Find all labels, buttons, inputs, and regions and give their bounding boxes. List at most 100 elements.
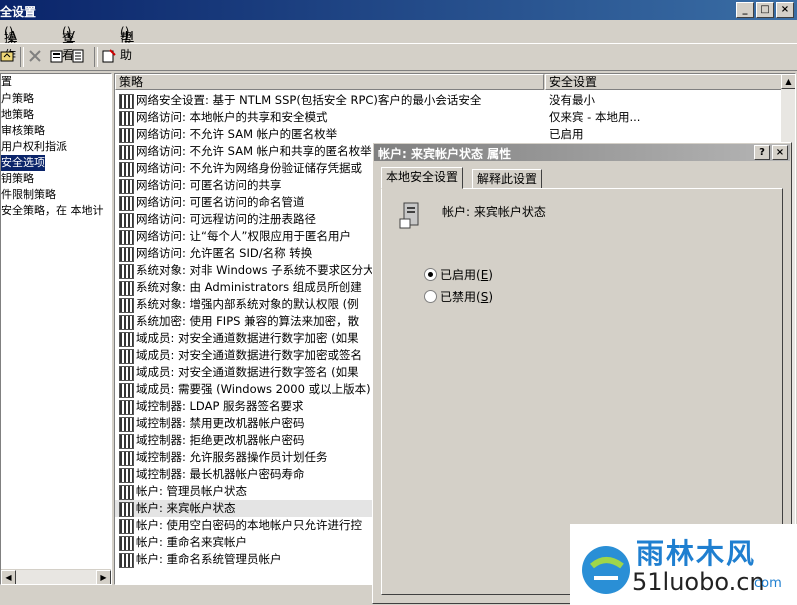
policy-cell: 帐户: 重命名来宾帐户 [136,535,248,549]
policy-cell: 帐户: 管理员帐户状态 [136,484,248,498]
scroll-up-icon[interactable]: ▲ [781,74,795,89]
policy-icon [119,400,134,415]
tree-item[interactable]: 件限制策略 [1,187,56,203]
policy-cell: 网络访问: 可匿名访问的共享 [136,178,282,192]
tab-explain-setting[interactable]: 解释此设置 [472,169,543,189]
tree-pane[interactable]: 置 户策略 地策略 审核策略 用户权利指派 安全选项 钥策略 件限制策略 安全策… [0,73,112,585]
dialog-title: 帐户: 来宾帐户状态 属性 [378,147,512,161]
disabled-label[interactable]: 已禁用(S) [440,288,493,305]
toolbar [0,43,797,71]
delete-icon[interactable] [27,48,43,64]
tree-item-selected[interactable]: 安全选项 [1,155,45,171]
policy-cell: 域成员: 对安全通道数据进行数字加密 (如果 [136,331,359,345]
policy-icon [119,281,134,296]
policy-name: 帐户: 来宾帐户状态 [442,205,546,219]
policy-cell: 帐户: 来宾帐户状态 [136,501,236,515]
enabled-radio[interactable] [424,268,437,281]
help-icon[interactable] [101,48,117,64]
policy-cell: 域成员: 需要强 (Windows 2000 或以上版本) [136,382,371,396]
setting-cell: 已启用 [549,127,584,141]
tree-item[interactable]: 户策略 [1,91,34,107]
policy-cell: 网络访问: 让“每个人”权限应用于匿名用户 [136,229,351,243]
setting-cell: 仅来宾 - 本地用... [549,110,641,124]
maximize-button[interactable]: □ [756,2,774,18]
dialog-close-button[interactable]: × [772,145,788,160]
policy-icon [119,230,134,245]
properties-icon[interactable] [49,48,65,64]
menu-action[interactable]: 操作(A) [4,25,17,62]
policy-cell: 域控制器: 禁用更改机器帐户密码 [136,416,305,430]
policy-icon [119,502,134,517]
export-list-icon[interactable] [71,48,87,64]
scroll-left-icon[interactable]: ◀ [1,570,16,584]
policy-icon [119,145,134,160]
dialog-titlebar[interactable]: 帐户: 来宾帐户状态 属性 ? × [374,144,790,161]
policy-cell: 网络访问: 不允许 SAM 帐户的匿名枚举 [136,127,338,141]
policy-icon [119,366,134,381]
enabled-label[interactable]: 已启用(E) [440,266,493,283]
menu-bar: 操作(A) 查看(V) 帮助(H) [0,21,797,62]
window-titlebar[interactable]: 全设置 _ □ × [0,0,797,20]
policy-icon [119,553,134,568]
tree-item[interactable]: 钥策略 [1,171,34,187]
policy-cell: 网络访问: 可远程访问的注册表路径 [136,212,317,226]
tree-item[interactable]: 用户权利指派 [1,139,67,155]
policy-icon [119,298,134,313]
list-header: 策略 安全设置 [115,74,795,90]
policy-icon [119,179,134,194]
policy-cell: 网络访问: 允许匿名 SID/名称 转换 [136,246,313,260]
policy-icon [119,94,134,109]
tree-item[interactable]: 地策略 [1,107,34,123]
policy-icon [119,485,134,500]
policy-icon [119,213,134,228]
window-title: 全设置 [0,5,37,19]
policy-cell: 域控制器: LDAP 服务器签名要求 [136,399,304,413]
policy-icon [119,264,134,279]
menu-view[interactable]: 查看(V) [62,25,75,62]
policy-cell: 系统对象: 由 Administrators 组成员所创建 [136,280,362,294]
watermark-url-suffix: com [754,576,782,591]
close-button[interactable]: × [776,2,794,18]
policy-icon [119,383,134,398]
policy-cell: 域控制器: 允许服务器操作员计划任务 [136,450,328,464]
watermark-url: 51luobo.cn [632,568,765,596]
policy-icon [119,349,134,364]
disabled-radio[interactable] [424,290,437,303]
menu-help[interactable]: 帮助(H) [120,25,134,62]
policy-cell: 系统对象: 对非 Windows 子系统不要求区分大 [136,263,375,277]
folder-up-icon[interactable] [0,48,16,64]
policy-cell: 帐户: 重命名系统管理员帐户 [136,552,282,566]
server-policy-icon [398,201,424,231]
policy-icon [119,315,134,330]
horizontal-scrollbar[interactable]: ◀ ▶ [1,569,111,584]
policy-icon [119,128,134,143]
policy-icon [119,332,134,347]
policy-icon [119,536,134,551]
policy-cell: 系统对象: 增强内部系统对象的默认权限 (例 [136,297,359,311]
policy-cell: 域成员: 对安全通道数据进行数字签名 (如果 [136,365,359,379]
policy-icon [119,162,134,177]
minimize-button[interactable]: _ [736,2,754,18]
tree-item[interactable]: 审核策略 [1,123,45,139]
watermark: 雨林木风 51luobo.cn com [570,524,797,605]
watermark-brand: 雨林木风 [636,537,757,570]
table-row[interactable]: 网络安全设置: 基于 NTLM SSP(包括安全 RPC)客户的最小会话安全 没有… [115,92,795,109]
policy-cell: 域成员: 对安全通道数据进行数字加密或签名 [136,348,363,362]
dialog-help-button[interactable]: ? [754,145,770,160]
tree-item[interactable]: 置 [1,74,12,90]
column-header-policy[interactable]: 策略 [115,74,544,90]
policy-icon [119,434,134,449]
policy-cell: 网络访问: 不允许 SAM 帐户和共享的匿名枚举 [136,144,372,158]
policy-cell: 域控制器: 最长机器帐户密码寿命 [136,467,305,481]
policy-icon [119,247,134,262]
policy-icon [119,519,134,534]
scroll-right-icon[interactable]: ▶ [96,570,111,584]
policy-cell: 网络安全设置: 基于 NTLM SSP(包括安全 RPC)客户的最小会话安全 [136,93,482,107]
table-row[interactable]: 网络访问: 不允许 SAM 帐户的匿名枚举 已启用 [115,126,795,143]
column-header-setting[interactable]: 安全设置 [545,74,782,90]
tab-local-security-setting[interactable]: 本地安全设置 [381,167,464,189]
policy-cell: 域控制器: 拒绝更改机器帐户密码 [136,433,305,447]
table-row[interactable]: 网络访问: 本地帐户的共享和安全模式 仅来宾 - 本地用... [115,109,795,126]
policy-cell: 网络访问: 可匿名访问的命名管道 [136,195,305,209]
tree-item[interactable]: 安全策略，在 本地计 [1,203,104,219]
